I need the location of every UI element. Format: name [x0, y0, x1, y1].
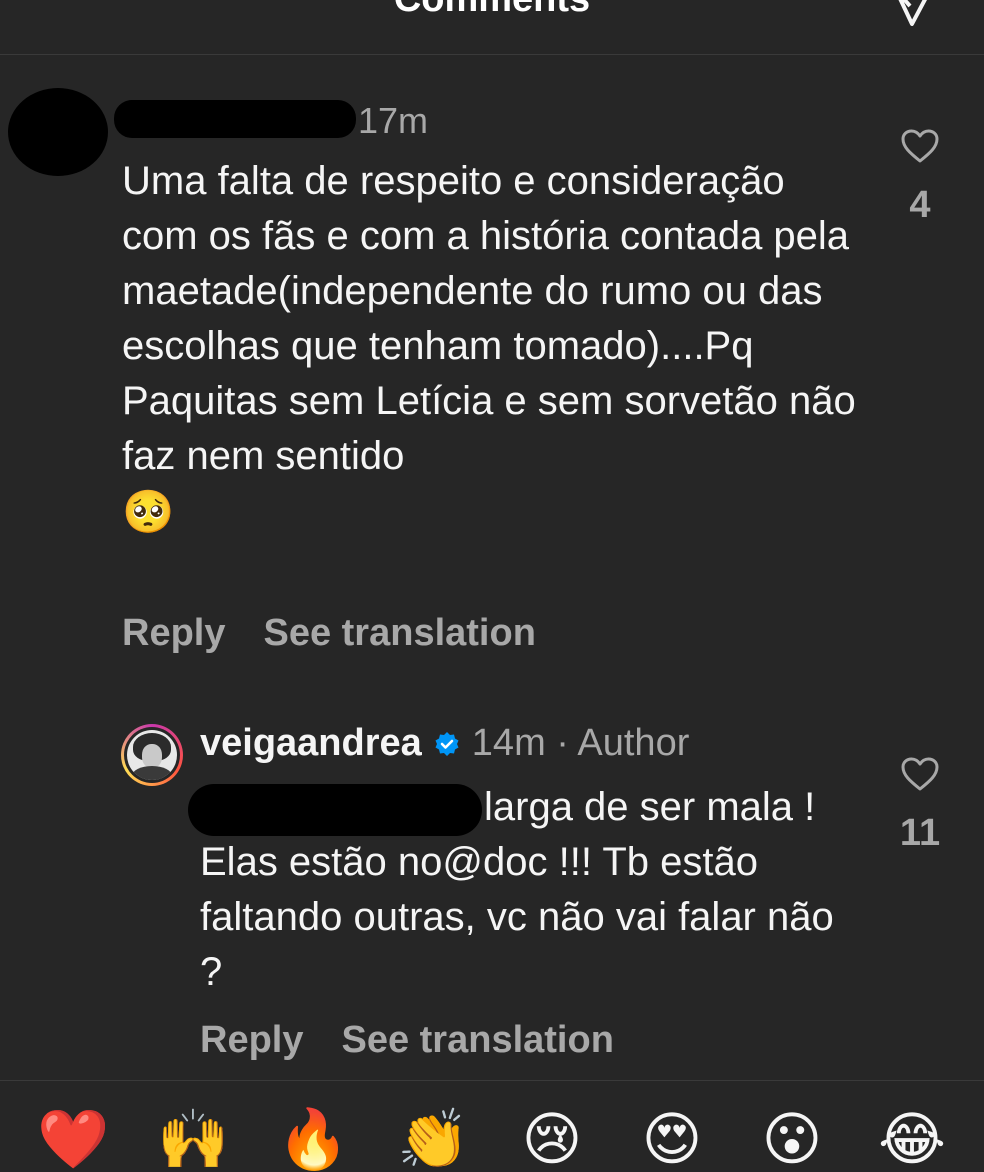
- reply-actions: Reply See translation: [200, 1019, 614, 1062]
- pleading-face-emoji: 🥺: [122, 488, 175, 535]
- heart-emoji-button[interactable]: ❤️: [37, 1108, 109, 1172]
- see-translation-button[interactable]: See translation: [341, 1019, 613, 1062]
- emoji-reaction-bar: [0, 1080, 984, 1161]
- comment-actions: Reply See translation: [122, 612, 536, 655]
- author-username[interactable]: veigaandrea: [200, 722, 422, 765]
- header-title: Comments: [0, 0, 984, 21]
- reply-button[interactable]: Reply: [122, 612, 225, 655]
- raising-hands-emoji-button[interactable]: 🙌: [157, 1108, 229, 1172]
- heart-eyes-emoji-button[interactable]: 😍: [637, 1108, 707, 1172]
- comments-header: Comments: [0, 0, 984, 55]
- author-avatar[interactable]: [121, 724, 183, 786]
- comment-text-content: Uma falta de respeito e consideração com…: [122, 159, 856, 478]
- reply-text-first: larga de ser mala !: [484, 785, 816, 829]
- crying-emoji-button[interactable]: 😢: [517, 1108, 587, 1172]
- redacted-avatar: [8, 88, 108, 176]
- comment-time: 17m: [358, 100, 429, 141]
- comment-text: Uma falta de respeito e consideração com…: [122, 154, 858, 541]
- comment-like: 4: [890, 128, 950, 227]
- reply-button[interactable]: Reply: [200, 1019, 303, 1062]
- laughing-emoji-button[interactable]: 😂: [877, 1108, 947, 1172]
- redacted-mention: [188, 784, 482, 836]
- clapping-emoji-button[interactable]: 👏: [397, 1108, 469, 1172]
- like-count: 4: [909, 184, 931, 226]
- see-translation-button[interactable]: See translation: [263, 612, 535, 655]
- surprised-emoji-button[interactable]: 😮: [757, 1108, 827, 1172]
- heart-icon[interactable]: [900, 128, 940, 164]
- fire-emoji-button[interactable]: 🔥: [277, 1108, 349, 1172]
- send-icon[interactable]: [892, 0, 934, 26]
- redacted-username: [114, 100, 356, 138]
- reply-meta: 14m · Author: [471, 722, 690, 764]
- reply-like: 11: [890, 756, 950, 855]
- verified-badge-icon: [435, 731, 459, 756]
- like-count: 11: [899, 812, 941, 854]
- author-header: veigaandrea 14m · Author: [200, 722, 689, 765]
- reply-text: Elas estão no@doc !!! Tb estão faltando …: [200, 840, 834, 994]
- heart-icon[interactable]: [900, 756, 940, 792]
